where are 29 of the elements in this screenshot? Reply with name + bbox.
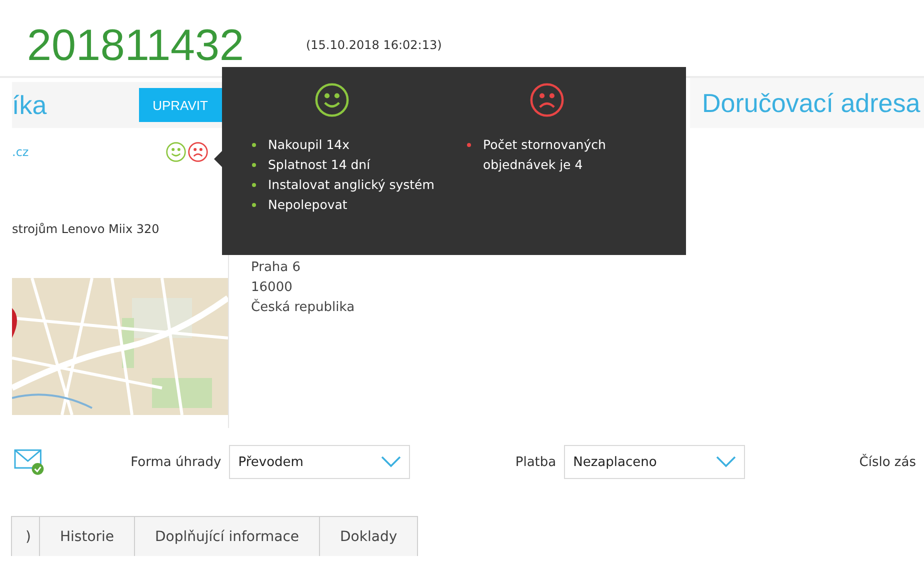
panel-heading: íka (12, 90, 47, 120)
field-label: Forma úhrady (130, 454, 222, 470)
rating-reason: Splatnost 14 dní (268, 156, 372, 174)
frown-icon (530, 83, 564, 117)
tab[interactable]: Doplňující informace (134, 516, 320, 556)
frown-icon (188, 142, 208, 162)
note-text: strojům Lenovo Miix 320 (12, 222, 160, 236)
panel-heading: Doručovací adresa (702, 88, 920, 118)
select-field[interactable]: Převodem (229, 445, 410, 479)
select-field[interactable]: Nezaplaceno (564, 445, 746, 479)
field-label: Číslo zás (859, 454, 916, 470)
chevron-down-icon (716, 456, 736, 468)
mail-check-icon (14, 448, 46, 476)
address-line: Praha 6 (251, 259, 302, 277)
rating-reason: Instalovat anglický systém (268, 176, 436, 194)
tab[interactable]: Historie (39, 516, 136, 556)
order-timestamp: (15.10.2018 16:02:13) (306, 38, 442, 52)
address-line: 16000 (251, 279, 294, 297)
rating-reason: Nepolepovat (268, 196, 348, 214)
rating-reason: Nakoupil 14x (268, 136, 351, 154)
address-line: Česká republika (251, 298, 356, 317)
tab[interactable]: ) (11, 516, 40, 556)
field-label: Platba (515, 454, 556, 470)
tab[interactable]: Doklady (319, 516, 418, 556)
smiley-icon (315, 83, 349, 117)
order-number: 201811432 (27, 20, 244, 72)
chevron-down-icon (381, 456, 402, 468)
smiley-icon (166, 142, 186, 162)
rating-reason: Počet stornovaných objednávek je 4 (483, 136, 607, 174)
